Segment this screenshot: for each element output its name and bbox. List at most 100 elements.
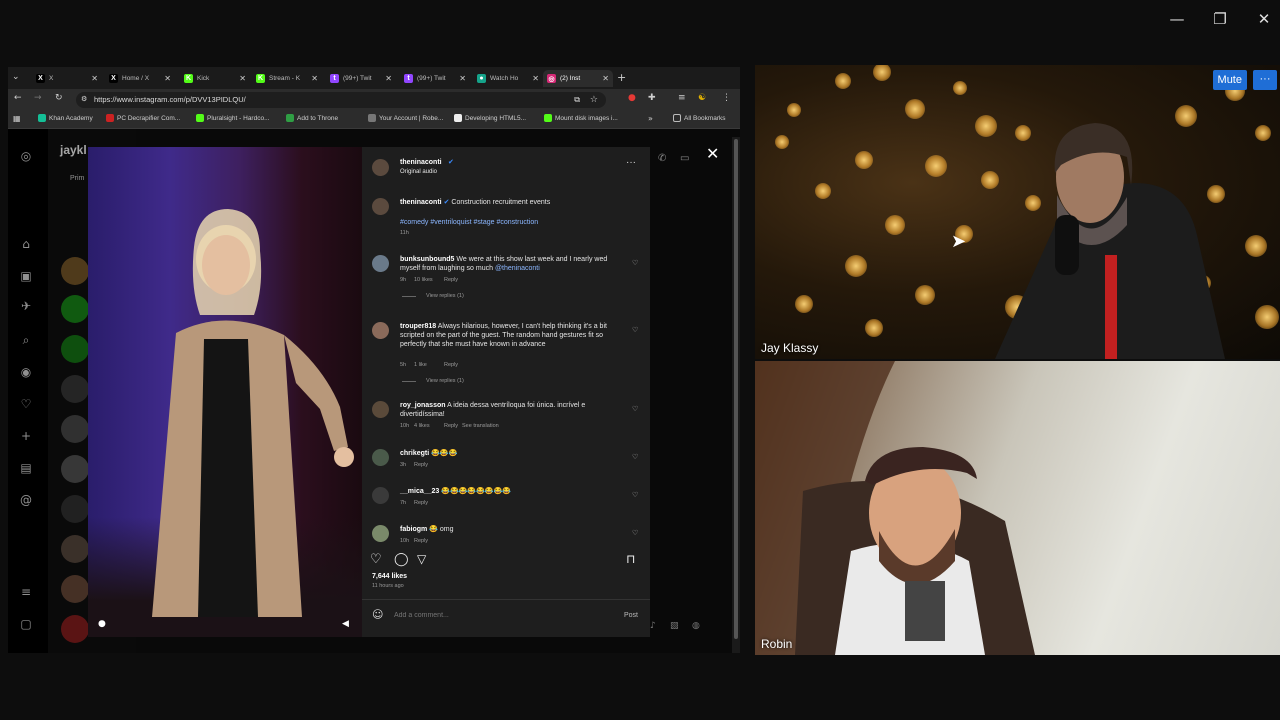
close-window-button[interactable]: ✕ <box>1252 8 1276 30</box>
call-icon[interactable]: ✆ <box>658 153 666 164</box>
author-avatar[interactable] <box>372 159 389 176</box>
extension-icon[interactable]: ☯ <box>698 93 706 103</box>
video-call-icon[interactable]: ▭ <box>680 153 689 164</box>
browser-tab[interactable]: K Kick ✕ <box>180 70 250 87</box>
comment-username[interactable]: __mica__23 <box>400 488 439 495</box>
participant-tile-robin[interactable]: Robin <box>755 361 1280 655</box>
post-options-icon[interactable]: ··· <box>626 157 636 168</box>
reel-video[interactable]: ● ◀ <box>88 147 362 637</box>
bookmark-item[interactable]: Your Account | Robe... <box>368 114 443 122</box>
comment-reply-link[interactable]: Reply <box>414 500 428 506</box>
comment-reply-link[interactable]: Reply <box>444 277 458 283</box>
browser-tab[interactable]: ◎ (2) Inst ✕ <box>543 70 613 87</box>
browser-tab[interactable]: t (99+) Twit ✕ <box>326 70 396 87</box>
post-comment-button[interactable]: Post <box>624 611 638 620</box>
comment-username[interactable]: chrikegti <box>400 450 429 457</box>
comment-like-icon[interactable]: ♡ <box>632 491 638 499</box>
restore-button[interactable]: ❐ <box>1208 8 1232 30</box>
save-icon[interactable]: ⊓ <box>626 552 635 566</box>
browser-tab[interactable]: X X ✕ <box>32 70 102 87</box>
mic-icon[interactable]: ♪ <box>650 621 656 631</box>
bookmark-item[interactable]: Mount disk images i... <box>544 114 618 122</box>
comment-reply-link[interactable]: Reply <box>444 362 458 368</box>
comment-username[interactable]: bunksunbound5 <box>400 256 454 263</box>
page-scrollbar[interactable] <box>732 137 740 653</box>
volume-icon[interactable]: ◀ <box>342 619 349 629</box>
bookmark-item[interactable]: PC Decrapifier Com... <box>106 114 180 122</box>
bookmark-item[interactable]: Pluralsight - Hardco... <box>196 114 270 122</box>
likes-count[interactable]: 7,644 likes <box>372 572 407 581</box>
browser-tab[interactable]: t (99+) Twit ✕ <box>400 70 470 87</box>
comment-avatar[interactable] <box>372 401 389 418</box>
media-icon[interactable]: ≡ <box>678 93 686 103</box>
emoji-icon[interactable]: ☺ <box>372 608 383 621</box>
see-translation-link[interactable]: See translation <box>462 423 499 429</box>
tab-close-icon[interactable]: ✕ <box>385 74 392 83</box>
comment-icon[interactable]: ◯ <box>394 552 409 567</box>
reload-icon[interactable]: ↻ <box>55 93 63 103</box>
new-tab-button[interactable]: + <box>617 71 626 84</box>
like-icon[interactable]: ♡ <box>370 552 382 567</box>
menu-icon[interactable]: ⋮ <box>722 93 731 103</box>
tab-close-icon[interactable]: ✕ <box>91 74 98 83</box>
comment-mention[interactable]: @theninaconti <box>495 265 540 272</box>
bookmark-item[interactable]: Khan Academy <box>38 114 93 122</box>
comment-avatar[interactable] <box>372 449 389 466</box>
comment-avatar[interactable] <box>372 322 389 339</box>
profile-overlay-icon[interactable]: ● <box>98 619 106 629</box>
browser-tab[interactable]: ● Watch Ho ✕ <box>473 70 543 87</box>
participant-tile-jay[interactable]: ➤ Mute ··· Jay Klassy <box>755 65 1280 359</box>
forward-icon[interactable]: → <box>34 93 42 103</box>
star-icon[interactable]: ☆ <box>590 92 598 108</box>
tab-close-icon[interactable]: ✕ <box>532 74 539 83</box>
comment-username[interactable]: fabiogm <box>400 526 427 533</box>
view-replies-link[interactable]: View replies (1) <box>426 378 464 384</box>
install-icon[interactable]: ⧉ <box>574 92 580 108</box>
back-icon[interactable]: ← <box>14 93 22 103</box>
comment-likes[interactable]: 1 like <box>414 362 427 368</box>
tab-search-icon[interactable]: ⌄ <box>12 72 20 82</box>
comment-like-icon[interactable]: ♡ <box>632 453 638 461</box>
tab-close-icon[interactable]: ✕ <box>311 74 318 83</box>
caption-hashtags[interactable]: #comedy #ventriloquist #stage #construct… <box>400 218 538 227</box>
minimize-button[interactable]: — <box>1165 8 1189 30</box>
comment-likes[interactable]: 10 likes <box>414 277 433 283</box>
comment-avatar[interactable] <box>372 487 389 504</box>
address-bar[interactable]: ⚙ https://www.instagram.com/p/DVV13PIDLQ… <box>76 92 606 108</box>
sticker-icon[interactable]: ◍ <box>692 621 700 631</box>
extensions-icon[interactable]: ✚ <box>648 93 656 103</box>
site-info-icon[interactable]: ⚙ <box>81 92 87 108</box>
tab-close-icon[interactable]: ✕ <box>602 74 609 83</box>
caption-avatar[interactable] <box>372 198 389 215</box>
close-modal-icon[interactable]: ✕ <box>706 144 719 163</box>
post-author[interactable]: theninaconti <box>400 158 442 167</box>
browser-tab[interactable]: K Stream - K ✕ <box>252 70 322 87</box>
share-icon[interactable]: ▽ <box>417 552 426 566</box>
bookmarks-overflow-icon[interactable]: » <box>648 114 653 123</box>
scrollbar-thumb[interactable] <box>734 139 738 639</box>
comment-like-icon[interactable]: ♡ <box>632 405 638 413</box>
comment-like-icon[interactable]: ♡ <box>632 326 638 334</box>
tab-close-icon[interactable]: ✕ <box>459 74 466 83</box>
record-icon[interactable]: ● <box>628 93 636 103</box>
comment-like-icon[interactable]: ♡ <box>632 529 638 537</box>
browser-tab[interactable]: X Home / X ✕ <box>105 70 175 87</box>
comment-reply-link[interactable]: Reply <box>414 462 428 468</box>
bookmark-item[interactable]: Developing HTML5... <box>454 114 526 122</box>
comment-reply-link[interactable]: Reply <box>414 538 428 544</box>
mute-button[interactable]: Mute <box>1212 70 1247 90</box>
apps-icon[interactable]: ▦ <box>13 114 21 123</box>
comment-avatar[interactable] <box>372 255 389 272</box>
tab-close-icon[interactable]: ✕ <box>164 74 171 83</box>
comment-reply-link[interactable]: Reply <box>444 423 458 429</box>
all-bookmarks[interactable]: All Bookmarks <box>673 114 726 122</box>
comment-likes[interactable]: 4 likes <box>414 423 430 429</box>
audio-label[interactable]: Original audio <box>400 168 437 177</box>
comment-username[interactable]: roy_jonasson <box>400 402 446 409</box>
bookmark-item[interactable]: Add to Throne <box>286 114 338 122</box>
tab-close-icon[interactable]: ✕ <box>239 74 246 83</box>
comment-like-icon[interactable]: ♡ <box>632 259 638 267</box>
comment-avatar[interactable] <box>372 525 389 542</box>
more-options-button[interactable]: ··· <box>1253 70 1277 90</box>
comment-input[interactable] <box>394 607 614 623</box>
